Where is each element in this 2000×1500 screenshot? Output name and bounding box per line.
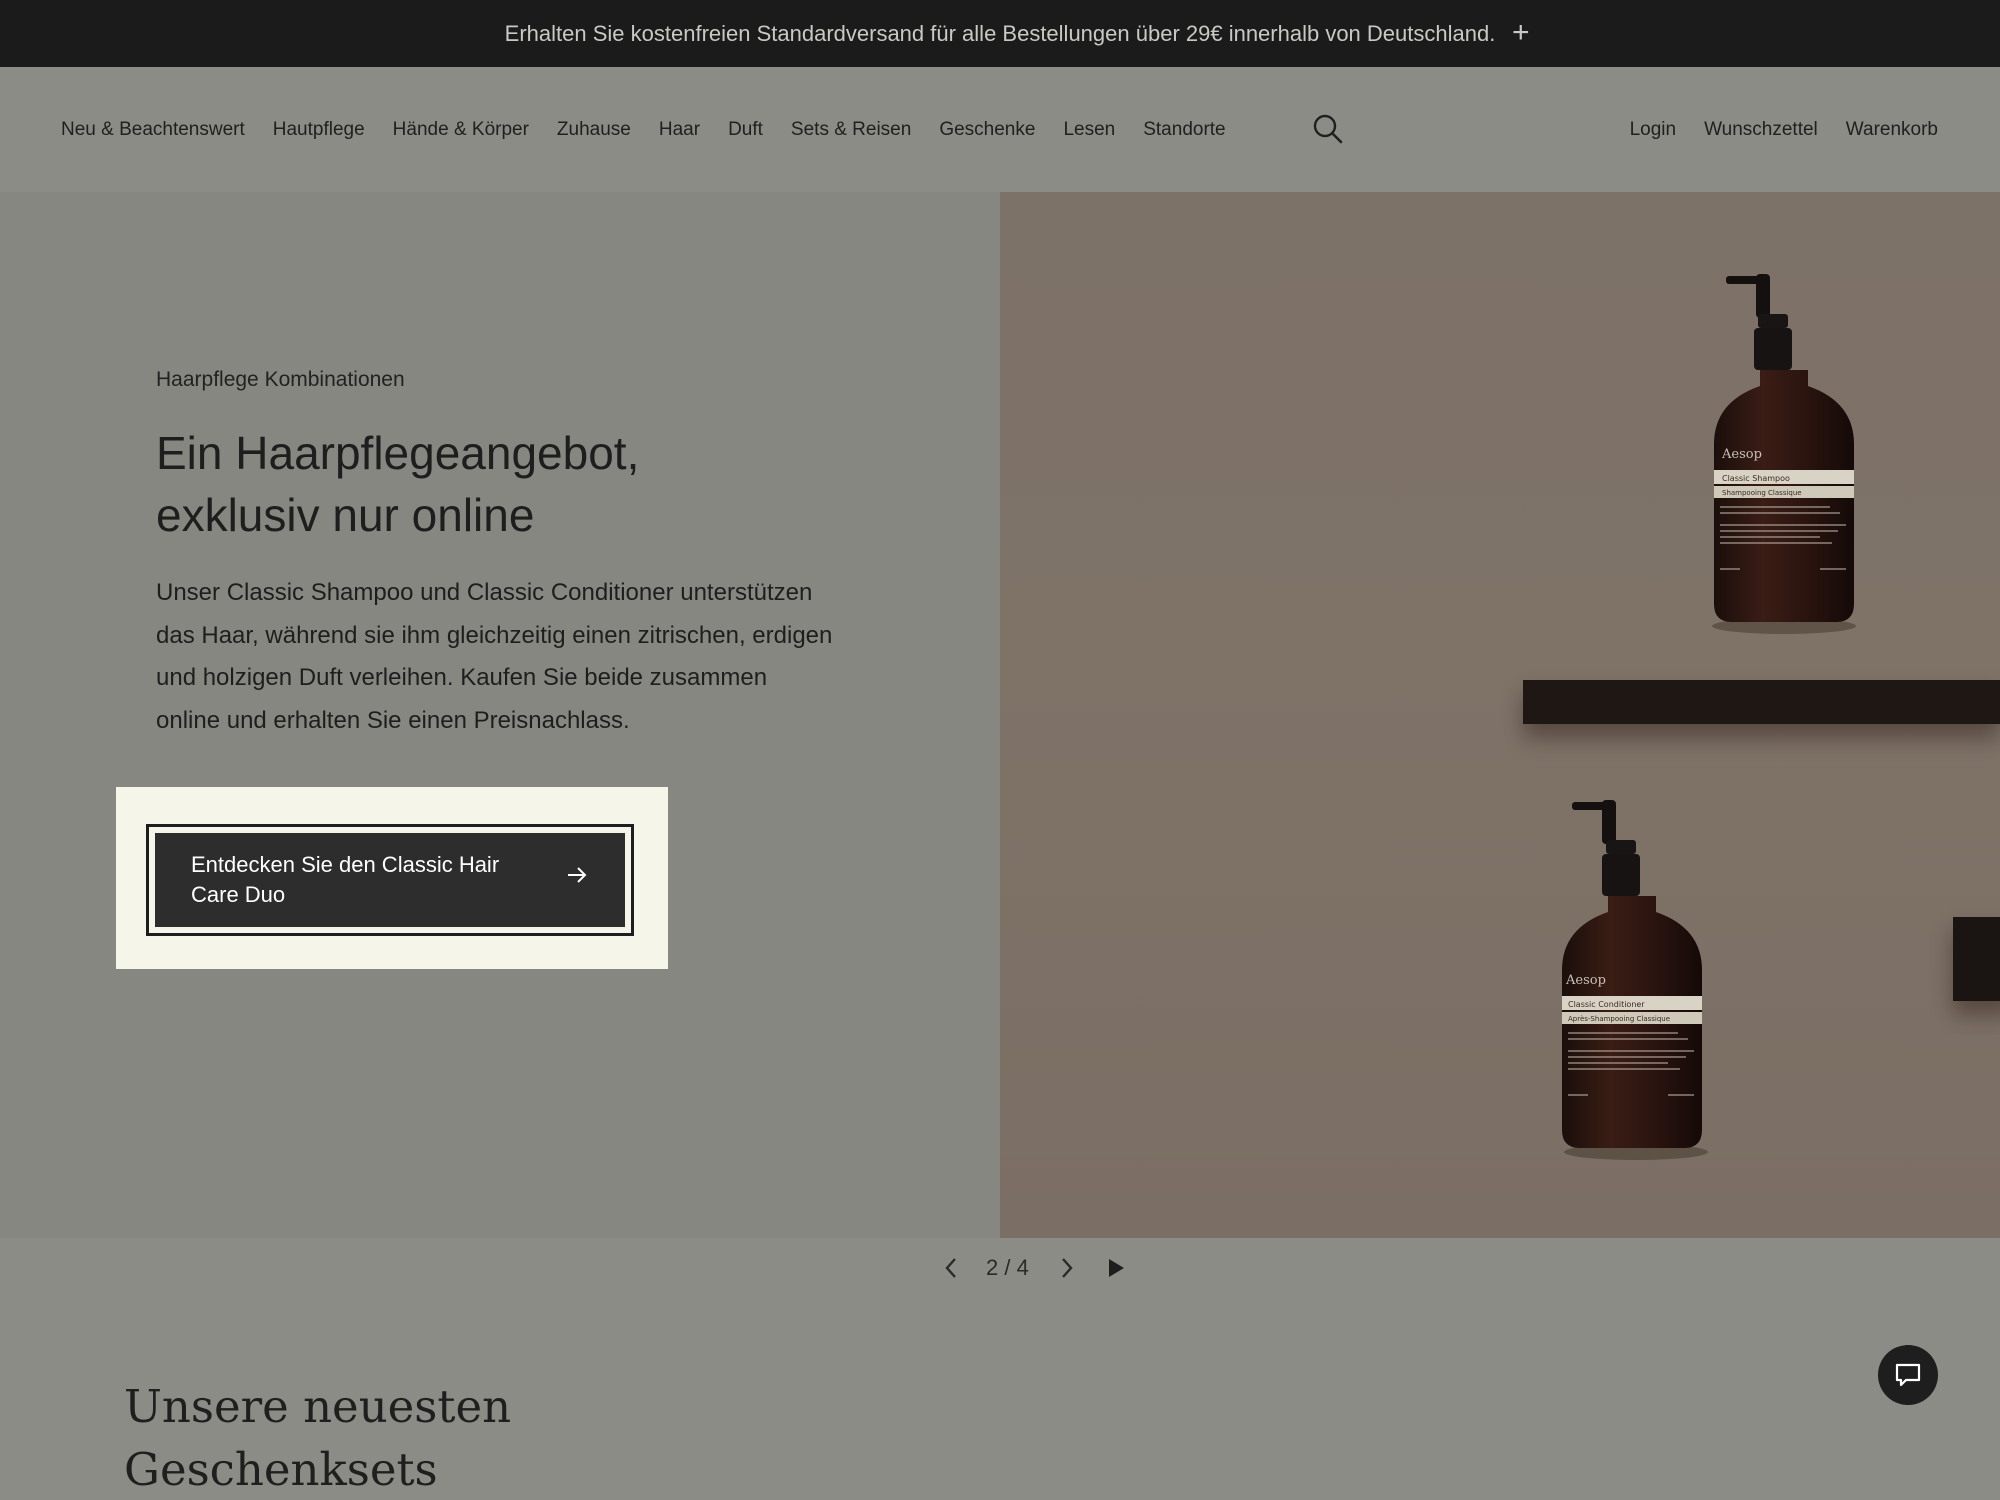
nav-item-read[interactable]: Lesen	[1063, 119, 1115, 141]
nav-item-hair[interactable]: Haar	[659, 119, 700, 141]
wooden-block	[1953, 917, 2000, 1001]
arrow-right-icon	[568, 867, 587, 883]
nav-item-fragrance[interactable]: Duft	[728, 119, 763, 141]
chat-button[interactable]	[1878, 1345, 1938, 1405]
hero-product-photo: Aesop Classic Shampoo Shampooing Classiq…	[1000, 192, 2000, 1238]
wishlist-link[interactable]: Wunschzettel	[1704, 119, 1818, 141]
plus-icon[interactable]: +	[1512, 18, 1530, 48]
bottle2-name: Classic Conditioner	[1568, 1000, 1645, 1009]
nav-item-gifts[interactable]: Geschenke	[939, 119, 1035, 141]
hero-description: Unser Classic Shampoo und Classic Condit…	[156, 579, 833, 734]
shampoo-bottle: Aesop Classic Shampoo Shampooing Classiq…	[1712, 274, 1856, 634]
carousel-counter: 2 / 4	[986, 1255, 1029, 1280]
bottle1-brand: Aesop	[1721, 447, 1762, 462]
nav-item-new[interactable]: Neu & Beachtenswert	[61, 119, 245, 141]
discover-duo-button[interactable]: Entdecken Sie den Classic Hair Care Duo	[146, 824, 634, 936]
chevron-right-icon[interactable]	[1056, 1254, 1078, 1282]
announcement-text: Erhalten Sie kostenfreien Standardversan…	[504, 20, 1496, 46]
search-icon[interactable]	[1312, 113, 1344, 145]
hero-headline-line-1: Ein Haarpflegeangebot,	[156, 427, 640, 479]
announcement-bar: Erhalten Sie kostenfreien Standardversan…	[0, 0, 2000, 67]
chevron-left-icon[interactable]	[940, 1254, 962, 1282]
discover-duo-button-body[interactable]: Entdecken Sie den Classic Hair Care Duo	[155, 833, 625, 927]
nav-item-home[interactable]: Zuhause	[557, 119, 631, 141]
hero-headline: Ein Haarpflegeangebot, exklusiv nur onli…	[156, 422, 776, 546]
login-link[interactable]: Login	[1630, 119, 1677, 141]
nav-item-skincare[interactable]: Hautpflege	[273, 119, 365, 141]
bottle1-name: Classic Shampoo	[1722, 474, 1790, 483]
chat-icon	[1895, 1363, 1921, 1387]
section-title-line-1: Unsere neuesten	[124, 1380, 512, 1433]
bottle2-subname: Après-Shampooing Classique	[1568, 1015, 1670, 1023]
cta-focus-highlight: Entdecken Sie den Classic Hair Care Duo	[116, 787, 668, 969]
section-title-line-2: Geschenksets	[124, 1443, 438, 1496]
play-icon[interactable]	[1104, 1254, 1128, 1282]
nav-links: Neu & Beachtenswert Hautpflege Hände & K…	[61, 67, 1226, 192]
nav-item-kits-travel[interactable]: Sets & Reisen	[791, 119, 911, 141]
conditioner-bottle: Aesop Classic Conditioner Après-Shampooi…	[1562, 800, 1708, 1160]
bottle2-brand: Aesop	[1565, 973, 1606, 988]
nav-item-hands-body[interactable]: Hände & Körper	[393, 119, 529, 141]
nav-item-stores[interactable]: Standorte	[1143, 119, 1225, 141]
hero-text-panel: Haarpflege Kombinationen Ein Haarpflegea…	[0, 192, 1000, 1238]
section-title: Unsere neuesten Geschenksets	[124, 1375, 511, 1500]
discover-duo-button-label: Entdecken Sie den Classic Hair Care Duo	[191, 852, 500, 907]
cart-link[interactable]: Warenkorb	[1846, 119, 1938, 141]
hero-eyebrow: Haarpflege Kombinationen	[156, 368, 405, 391]
main-navigation: Neu & Beachtenswert Hautpflege Hände & K…	[0, 67, 2000, 192]
carousel-controls: 2 / 4	[0, 1238, 2000, 1302]
bottle1-subname: Shampooing Classique	[1722, 489, 1802, 497]
account-links: Login Wunschzettel Warenkorb	[1630, 67, 1938, 192]
hero-headline-line-2: exklusiv nur online	[156, 489, 535, 541]
wooden-shelf	[1523, 680, 2000, 724]
